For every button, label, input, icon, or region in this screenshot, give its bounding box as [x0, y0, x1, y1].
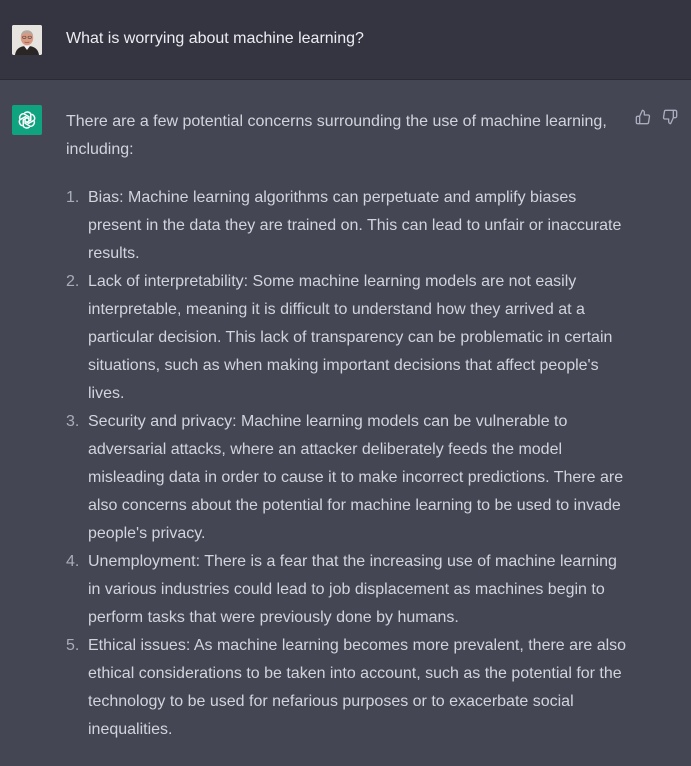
- list-item-text: Unemployment: There is a fear that the i…: [88, 553, 617, 626]
- list-item: 4. Unemployment: There is a fear that th…: [66, 548, 628, 632]
- user-photo-avatar: [12, 25, 42, 55]
- assistant-avatar: [12, 105, 42, 135]
- list-item-number: 4.: [66, 553, 80, 570]
- list-item-text: Ethical issues: As machine learning beco…: [88, 637, 627, 738]
- thumbs-down-icon: [662, 109, 678, 125]
- user-message-row: What is worrying about machine learning?: [0, 0, 691, 80]
- user-message-text: What is worrying about machine learning?: [66, 30, 364, 47]
- list-item: 1. Bias: Machine learning algorithms can…: [66, 184, 628, 268]
- thumbs-up-icon: [635, 109, 651, 125]
- answer-intro: There are a few potential concerns surro…: [66, 113, 607, 158]
- list-item-number: 3.: [66, 413, 80, 430]
- list-item-text: Security and privacy: Machine learning m…: [88, 413, 624, 542]
- thumbs-down-button[interactable]: [661, 108, 679, 126]
- thumbs-up-button[interactable]: [634, 108, 652, 126]
- list-item: 5. Ethical issues: As machine learning b…: [66, 632, 628, 744]
- user-avatar: [12, 25, 42, 55]
- list-item: 3. Security and privacy: Machine learnin…: [66, 408, 628, 548]
- list-item-number: 5.: [66, 637, 80, 654]
- assistant-answer: There are a few potential concerns surro…: [66, 108, 628, 744]
- list-item-text: Lack of interpretability: Some machine l…: [88, 273, 613, 402]
- list-item-number: 2.: [66, 273, 80, 290]
- concerns-list: 1. Bias: Machine learning algorithms can…: [66, 184, 628, 744]
- list-item: 2. Lack of interpretability: Some machin…: [66, 268, 628, 408]
- openai-logo-icon: [18, 111, 36, 129]
- list-item-number: 1.: [66, 189, 80, 206]
- list-item-text: Bias: Machine learning algorithms can pe…: [88, 189, 622, 262]
- assistant-message-row: There are a few potential concerns surro…: [0, 80, 691, 766]
